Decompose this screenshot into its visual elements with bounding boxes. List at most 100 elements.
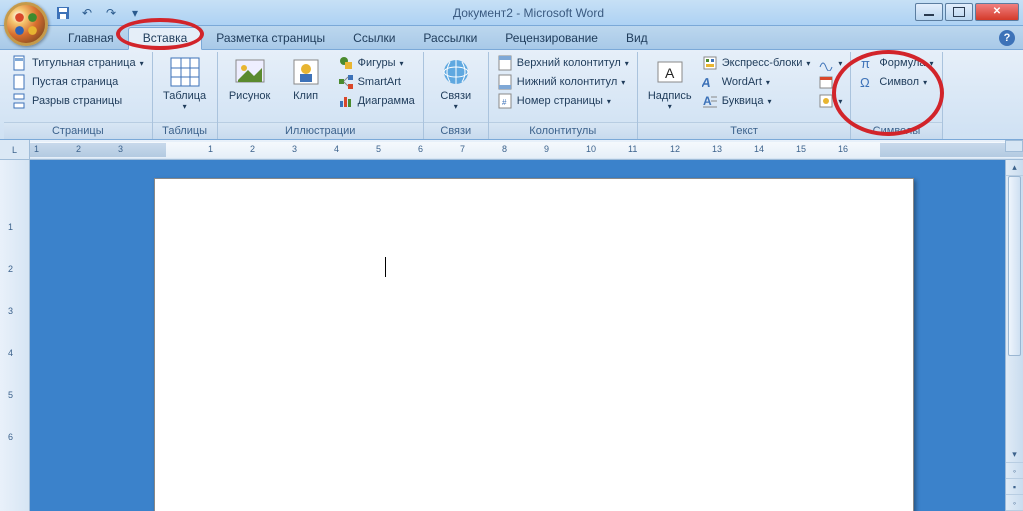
links-icon xyxy=(440,56,472,88)
close-button[interactable] xyxy=(975,3,1019,21)
datetime-button[interactable] xyxy=(816,73,844,91)
svg-text:Ω: Ω xyxy=(860,75,870,90)
blank-page-label: Пустая страница xyxy=(32,76,118,88)
shapes-label: Фигуры xyxy=(358,57,396,69)
qat-customize-icon[interactable]: ▾ xyxy=(126,4,144,22)
office-button[interactable] xyxy=(4,2,48,46)
clipart-button[interactable]: Клип xyxy=(280,54,332,122)
group-symbols: π Формула Ω Символ Символы xyxy=(851,52,942,139)
table-label: Таблица xyxy=(163,90,206,102)
tab-review[interactable]: Рецензирование xyxy=(491,28,612,49)
group-tables: Таблица Таблицы xyxy=(153,52,218,139)
textbox-icon: A xyxy=(654,56,686,88)
group-pages-label: Страницы xyxy=(4,122,152,139)
picture-icon xyxy=(234,56,266,88)
window-controls xyxy=(913,3,1019,23)
vertical-scrollbar[interactable]: ▴ ▾ ◦ ▪ ◦ xyxy=(1005,160,1023,511)
maximize-button[interactable] xyxy=(945,3,973,21)
picture-button[interactable]: Рисунок xyxy=(224,54,276,122)
cover-page-label: Титульная страница xyxy=(32,57,136,69)
object-button[interactable] xyxy=(816,92,844,110)
chart-button[interactable]: Диаграмма xyxy=(336,92,417,110)
blank-page-button[interactable]: Пустая страница xyxy=(10,73,146,91)
scroll-thumb[interactable] xyxy=(1008,176,1021,356)
tab-home[interactable]: Главная xyxy=(54,28,128,49)
page-viewport[interactable] xyxy=(30,160,1005,511)
chart-label: Диаграмма xyxy=(358,95,415,107)
save-icon[interactable] xyxy=(54,4,72,22)
titlebar: ↶ ↷ ▾ Документ2 - Microsoft Word xyxy=(0,0,1023,26)
group-links: Связи Связи xyxy=(424,52,489,139)
clipart-icon xyxy=(290,56,322,88)
signature-icon xyxy=(818,55,834,71)
clipart-label: Клип xyxy=(293,90,318,102)
undo-icon[interactable]: ↶ xyxy=(78,4,96,22)
dropcap-button[interactable]: AБуквица xyxy=(700,92,813,110)
smartart-button[interactable]: SmartArt xyxy=(336,73,417,91)
scroll-down-button[interactable]: ▾ xyxy=(1006,447,1023,463)
equation-label: Формула xyxy=(879,57,925,69)
tab-mailings[interactable]: Рассылки xyxy=(409,28,491,49)
browse-object-button[interactable]: ▪ xyxy=(1006,479,1023,495)
tab-references[interactable]: Ссылки xyxy=(339,28,409,49)
group-symbols-label: Символы xyxy=(851,122,941,139)
page-break-label: Разрыв страницы xyxy=(32,95,122,107)
tab-insert[interactable]: Вставка xyxy=(128,27,203,50)
cover-page-button[interactable]: Титульная страница xyxy=(10,54,146,72)
cover-page-icon xyxy=(12,55,28,71)
text-cursor xyxy=(385,257,386,277)
svg-text:A: A xyxy=(665,65,675,81)
page-break-icon xyxy=(12,93,28,109)
page-number-label: Номер страницы xyxy=(517,95,603,107)
equation-button[interactable]: π Формула xyxy=(857,54,935,72)
page-number-icon: # xyxy=(497,93,513,109)
pi-icon: π xyxy=(859,55,875,71)
horizontal-ruler[interactable]: L 3211234567891011121314151617 xyxy=(0,140,1023,160)
tab-selector[interactable]: L xyxy=(0,140,30,159)
redo-icon[interactable]: ↷ xyxy=(102,4,120,22)
chart-icon xyxy=(338,93,354,109)
tab-page-layout[interactable]: Разметка страницы xyxy=(202,28,339,49)
symbol-button[interactable]: Ω Символ xyxy=(857,73,935,91)
symbol-label: Символ xyxy=(879,76,919,88)
ribbon-tabs: Главная Вставка Разметка страницы Ссылки… xyxy=(0,26,1023,50)
prev-page-button[interactable]: ◦ xyxy=(1006,463,1023,479)
signature-button[interactable] xyxy=(816,54,844,72)
links-label: Связи xyxy=(440,90,471,102)
wordart-icon: A xyxy=(702,74,718,90)
footer-icon xyxy=(497,74,513,90)
document-page[interactable] xyxy=(154,178,914,511)
page-number-button[interactable]: # Номер страницы xyxy=(495,92,631,110)
scroll-track[interactable] xyxy=(1006,176,1023,447)
help-icon[interactable]: ? xyxy=(999,30,1015,46)
group-hf-label: Колонтитулы xyxy=(489,122,637,139)
shapes-button[interactable]: Фигуры xyxy=(336,54,417,72)
minimize-button[interactable] xyxy=(915,3,943,21)
group-illustrations-label: Иллюстрации xyxy=(218,122,423,139)
omega-icon: Ω xyxy=(859,74,875,90)
object-icon xyxy=(818,93,834,109)
view-ruler-toggle[interactable] xyxy=(1005,140,1023,152)
picture-label: Рисунок xyxy=(229,90,271,102)
next-page-button[interactable]: ◦ xyxy=(1006,495,1023,511)
quick-access-toolbar: ↶ ↷ ▾ xyxy=(54,4,144,22)
wordart-button[interactable]: AWordArt xyxy=(700,73,813,91)
header-button[interactable]: Верхний колонтитул xyxy=(495,54,631,72)
tab-view[interactable]: Вид xyxy=(612,28,662,49)
dropcap-icon: A xyxy=(702,93,718,109)
table-button[interactable]: Таблица xyxy=(159,54,211,122)
textbox-button[interactable]: AНадпись xyxy=(644,54,696,122)
quick-parts-label: Экспресс-блоки xyxy=(722,57,803,69)
group-tables-label: Таблицы xyxy=(153,122,217,139)
scroll-up-button[interactable]: ▴ xyxy=(1006,160,1023,176)
group-text-label: Текст xyxy=(638,122,851,139)
quick-parts-icon xyxy=(702,55,718,71)
links-button[interactable]: Связи xyxy=(430,54,482,122)
vertical-ruler[interactable]: 123456 xyxy=(0,160,30,511)
quick-parts-button[interactable]: Экспресс-блоки xyxy=(700,54,813,72)
footer-label: Нижний колонтитул xyxy=(517,76,617,88)
svg-text:A: A xyxy=(703,94,712,108)
footer-button[interactable]: Нижний колонтитул xyxy=(495,73,631,91)
blank-page-icon xyxy=(12,74,28,90)
page-break-button[interactable]: Разрыв страницы xyxy=(10,92,146,110)
